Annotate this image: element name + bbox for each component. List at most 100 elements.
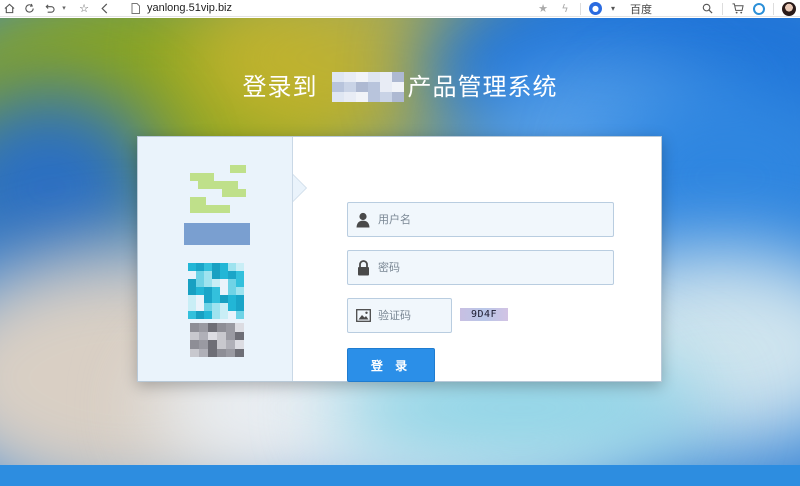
mosaic-pixel — [236, 311, 244, 319]
mosaic-pixel — [206, 181, 214, 189]
mosaic-pixel — [200, 223, 209, 234]
mosaic-pixel — [380, 72, 392, 82]
lock-icon — [348, 251, 378, 284]
mosaic-pixel — [204, 263, 212, 271]
mosaic-pixel — [220, 279, 228, 287]
mosaic-pixel — [196, 303, 204, 311]
mosaic-pixel — [212, 303, 220, 311]
mosaic-pixel — [380, 82, 392, 92]
captcha-field[interactable] — [347, 298, 452, 333]
password-field[interactable] — [347, 250, 614, 285]
check-circle-icon[interactable] — [753, 2, 765, 15]
mosaic-pixel — [220, 295, 228, 303]
mosaic-pixel — [392, 72, 404, 82]
mosaic-pixel — [230, 181, 238, 189]
mosaic-pixel — [241, 223, 250, 234]
baidu-paw-icon[interactable]: ● — [589, 2, 602, 15]
browser-toolbar: ▾ ☆ yanlong.51vip.biz ★ ϟ ● ▾ 百度 — [0, 0, 800, 17]
mosaic-pixel — [217, 234, 226, 245]
captcha-image[interactable]: 9D4F — [460, 308, 508, 321]
mosaic-pixel — [198, 205, 206, 213]
login-page: 登录到 产品管理系统 9D4F — [0, 18, 800, 486]
product-name-redacted — [190, 323, 244, 357]
company-name-redacted — [184, 223, 250, 245]
mosaic-pixel — [344, 82, 356, 92]
chevron-down-icon[interactable]: ▾ — [57, 1, 71, 15]
mosaic-pixel — [199, 340, 208, 349]
panel-pointer — [293, 175, 306, 201]
mosaic-pixel — [226, 348, 235, 357]
back-arrow-icon[interactable] — [97, 1, 111, 15]
mosaic-pixel — [198, 189, 206, 197]
mosaic-pixel — [188, 295, 196, 303]
mosaic-pixel — [188, 279, 196, 287]
mosaic-pixel — [206, 173, 214, 181]
login-button[interactable]: 登 录 — [347, 348, 435, 382]
username-field[interactable] — [347, 202, 614, 237]
mosaic-pixel — [230, 165, 238, 173]
mosaic-pixel — [236, 295, 244, 303]
mosaic-pixel — [230, 197, 238, 205]
mosaic-pixel — [217, 340, 226, 349]
search-engine-label[interactable]: 百度 — [630, 1, 652, 17]
chevron-down-icon[interactable]: ▾ — [606, 2, 620, 16]
mosaic-pixel — [208, 223, 217, 234]
address-bar[interactable]: yanlong.51vip.biz — [128, 1, 232, 15]
avatar[interactable] — [782, 1, 796, 16]
product-logo-redacted — [188, 263, 244, 319]
mosaic-pixel — [199, 331, 208, 340]
mosaic-pixel — [208, 331, 217, 340]
mosaic-pixel — [188, 311, 196, 319]
search-icon[interactable] — [700, 2, 714, 16]
mosaic-pixel — [228, 287, 236, 295]
mosaic-pixel — [214, 197, 222, 205]
mosaic-pixel — [230, 173, 238, 181]
refresh-icon[interactable] — [22, 1, 36, 15]
home-icon[interactable] — [2, 1, 16, 15]
page-icon — [128, 1, 142, 15]
mosaic-pixel — [392, 82, 404, 92]
mosaic-pixel — [190, 165, 198, 173]
url-text[interactable]: yanlong.51vip.biz — [147, 2, 232, 14]
image-icon — [348, 299, 378, 332]
username-input[interactable] — [378, 203, 598, 236]
mosaic-pixel — [184, 234, 193, 245]
mosaic-pixel — [190, 205, 198, 213]
cart-icon[interactable] — [731, 2, 745, 16]
mosaic-pixel — [222, 165, 230, 173]
mosaic-pixel — [392, 92, 404, 102]
favorite-star-icon[interactable]: ★ — [536, 2, 550, 16]
mosaic-pixel — [368, 72, 380, 82]
mosaic-pixel — [233, 223, 242, 234]
mosaic-pixel — [228, 311, 236, 319]
mosaic-pixel — [226, 331, 235, 340]
separator — [580, 2, 581, 15]
mosaic-pixel — [212, 279, 220, 287]
mosaic-pixel — [199, 323, 208, 332]
star-outline-icon[interactable]: ☆ — [77, 1, 91, 15]
mosaic-pixel — [208, 340, 217, 349]
mosaic-pixel — [380, 92, 392, 102]
lightning-icon[interactable]: ϟ — [558, 2, 572, 16]
company-logo-redacted — [190, 165, 246, 213]
mosaic-pixel — [217, 348, 226, 357]
mosaic-pixel — [356, 82, 368, 92]
mosaic-pixel — [368, 82, 380, 92]
mosaic-pixel — [225, 223, 234, 234]
undo-icon[interactable] — [42, 1, 56, 15]
mosaic-pixel — [220, 287, 228, 295]
mosaic-pixel — [235, 348, 244, 357]
mosaic-pixel — [204, 295, 212, 303]
mosaic-pixel — [212, 271, 220, 279]
mosaic-pixel — [225, 234, 234, 245]
mosaic-pixel — [198, 165, 206, 173]
mosaic-pixel — [196, 279, 204, 287]
password-input[interactable] — [378, 251, 598, 284]
mosaic-pixel — [208, 323, 217, 332]
mosaic-pixel — [222, 189, 230, 197]
mosaic-pixel — [220, 303, 228, 311]
mosaic-pixel — [230, 205, 238, 213]
mosaic-pixel — [199, 348, 208, 357]
mosaic-pixel — [190, 181, 198, 189]
captcha-input[interactable] — [378, 299, 448, 332]
